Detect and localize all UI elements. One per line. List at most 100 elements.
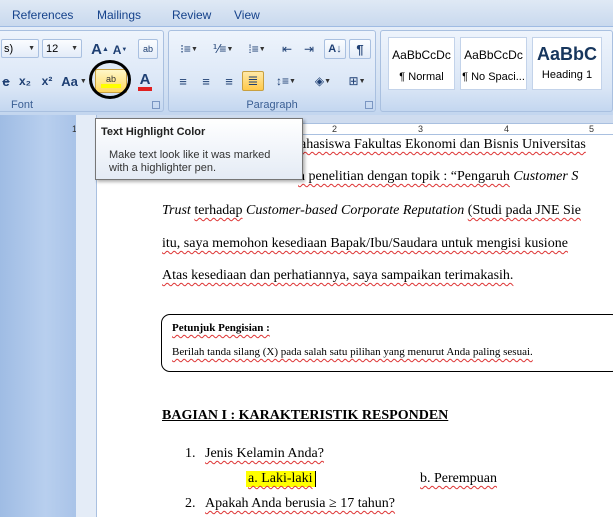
- font-size-value: 12: [46, 42, 59, 55]
- align-left-icon: ≡: [179, 73, 187, 89]
- superscript-button[interactable]: x²: [37, 71, 57, 91]
- shrink-font-button[interactable]: A ▼: [111, 41, 129, 59]
- pilcrow-icon: ¶: [356, 41, 364, 57]
- increase-indent-button[interactable]: ⇥: [299, 39, 319, 59]
- tooltip: Text Highlight Color Make text look like…: [95, 118, 303, 180]
- numbering-icon: ⅟≡: [212, 42, 227, 56]
- clear-formatting-icon: ab: [142, 44, 153, 54]
- strikethrough-button[interactable]: e: [0, 71, 13, 91]
- font-group-label: Font: [10, 99, 33, 111]
- petunjuk-text: Berilah tanda silang (X) pada salah satu…: [172, 346, 533, 358]
- document-background: [0, 115, 76, 517]
- font-color-swatch: [138, 86, 152, 91]
- style-no-spacing[interactable]: AaBbCcDc ¶ No Spaci...: [460, 37, 527, 90]
- strikethrough-icon: e: [2, 73, 10, 89]
- font-color-icon: A: [139, 70, 151, 88]
- numbering-button[interactable]: ⅟≡ ▼: [207, 39, 239, 59]
- tab-view[interactable]: View: [234, 8, 260, 22]
- doc-line-3-terhadap: terhadap: [194, 203, 243, 218]
- section-heading: BAGIAN I : KARAKTERISTIK RESPONDEN: [162, 408, 449, 423]
- justify-icon: ≣: [247, 73, 259, 88]
- doc-line-3: Trust terhadap Customer-based Corporate …: [162, 203, 581, 219]
- paint-bucket-icon: ◈: [314, 74, 325, 88]
- tab-mailings[interactable]: Mailings: [97, 8, 141, 22]
- chevron-down-icon: ▼: [226, 45, 234, 53]
- bullets-button[interactable]: ⁝≡ ▼: [173, 39, 205, 59]
- font-group: s) ▼ 12 ▼ A ▲ A ▼ ab e x₂ x² Aa ▼ ab A Font: [0, 30, 164, 112]
- paragraph-group: ⁝≡ ▼ ⅟≡ ▼ ⁞≡ ▼ ⇤ ⇥ A↓ ¶ ≡ ≡ ≡ ≣ ↕≡ ▼ ◈ ▼ ⊞ ▼ P…: [168, 30, 376, 112]
- style-sample: AaBbC: [536, 44, 597, 64]
- borders-button[interactable]: ⊞ ▼: [341, 71, 373, 91]
- ruler-number: 5: [589, 124, 595, 134]
- ruler-number: 4: [504, 124, 510, 134]
- font-size-dropdown[interactable]: 12 ▼: [42, 39, 82, 58]
- change-case-icon: Aa: [61, 73, 78, 89]
- paragraph-group-label: Paragraph: [246, 99, 298, 111]
- q1-option-b: b. Perempuan: [420, 471, 497, 486]
- grow-font-button[interactable]: A ▲: [90, 39, 110, 59]
- doc-line-1: ahasiswa Fakultas Ekonomi dan Bisnis Uni…: [300, 137, 586, 153]
- doc-line-5-text: Atas kesediaan dan perhatiannya, saya sa…: [162, 268, 514, 283]
- grow-font-icon: A: [91, 40, 102, 58]
- sort-icon: A↓: [328, 43, 342, 55]
- sort-button[interactable]: A↓: [324, 39, 346, 59]
- tooltip-line-2: with a highlighter pen.: [109, 162, 217, 174]
- chevron-down-icon: ▼: [28, 45, 35, 52]
- multilevel-list-button[interactable]: ⁞≡ ▼: [241, 39, 273, 59]
- doc-line-2: n penelitian dengan topik : “Pengaruh Cu…: [298, 169, 578, 185]
- tooltip-line-1: Make text look like it was marked: [109, 149, 271, 161]
- font-name-dropdown[interactable]: s) ▼: [1, 39, 39, 58]
- change-case-button[interactable]: Aa ▼: [60, 71, 88, 91]
- font-dialog-launcher-icon[interactable]: [152, 101, 160, 109]
- superscript-icon: x²: [41, 74, 53, 88]
- doc-line-4-text: itu, saya memohon kesediaan Bapak/Ibu/Sa…: [162, 236, 568, 251]
- q1-option-a-text: a. Laki-laki: [248, 471, 313, 486]
- tooltip-title: Text Highlight Color: [101, 126, 206, 138]
- doc-line-5: Atas kesediaan dan perhatiannya, saya sa…: [162, 268, 513, 284]
- style-name: Heading 1: [541, 69, 593, 81]
- font-color-button[interactable]: A: [131, 69, 159, 93]
- chevron-down-icon: ▼: [289, 77, 296, 85]
- tab-references[interactable]: References: [12, 8, 73, 22]
- borders-icon: ⊞: [348, 74, 359, 88]
- style-heading-1[interactable]: AaBbC Heading 1: [532, 37, 602, 90]
- show-hide-button[interactable]: ¶: [349, 39, 371, 59]
- chevron-down-icon: ▼: [190, 45, 198, 53]
- subscript-button[interactable]: x₂: [15, 71, 35, 91]
- style-sample: AaBbCcDc: [392, 48, 451, 62]
- shrink-font-icon: A: [112, 43, 122, 57]
- align-center-button[interactable]: ≡: [196, 71, 216, 91]
- align-right-icon: ≡: [225, 73, 233, 89]
- chevron-down-icon: ▼: [258, 45, 266, 53]
- clear-formatting-button[interactable]: ab: [138, 39, 158, 59]
- align-left-button[interactable]: ≡: [173, 71, 193, 91]
- ruler-number: 3: [418, 124, 424, 134]
- line-spacing-icon: ↕≡: [276, 74, 290, 88]
- doc-line-2-italic: Customer S: [513, 169, 579, 184]
- bullets-icon: ⁝≡: [180, 42, 191, 56]
- decrease-indent-button[interactable]: ⇤: [277, 39, 297, 59]
- align-right-button[interactable]: ≡: [219, 71, 239, 91]
- shading-button[interactable]: ◈ ▼: [307, 71, 339, 91]
- style-name: ¶ Normal: [399, 71, 444, 83]
- doc-line-2-text: n penelitian dengan topik : “Pengaruh: [298, 169, 510, 184]
- q2-text: Apakah Anda berusia ≥ 17 tahun?: [205, 496, 396, 511]
- chevron-down-icon: ▼: [71, 45, 78, 52]
- chevron-down-icon: ▼: [324, 77, 332, 85]
- style-normal[interactable]: AaBbCcDc ¶ Normal: [388, 37, 455, 90]
- doc-line-3-italic: Customer-based Corporate Reputation: [246, 203, 465, 218]
- chevron-down-icon: ▼: [79, 77, 87, 85]
- ruler-number: 2: [332, 124, 338, 134]
- q2-number: 2.: [185, 496, 196, 511]
- justify-button[interactable]: ≣: [242, 71, 264, 91]
- paragraph-dialog-launcher-icon[interactable]: [365, 101, 373, 109]
- q1-option-a-highlighted[interactable]: a. Laki-laki: [246, 471, 316, 487]
- subscript-icon: x₂: [18, 74, 31, 88]
- vertical-ruler[interactable]: [76, 115, 97, 517]
- line-spacing-button[interactable]: ↕≡ ▼: [271, 71, 301, 91]
- tab-review[interactable]: Review: [172, 8, 211, 22]
- shrink-arrow-icon: ▼: [121, 47, 128, 53]
- doc-line-3-studi: (Studi pada JNE Sie: [467, 203, 581, 218]
- doc-line-3-trust: Trust: [162, 203, 191, 218]
- increase-indent-icon: ⇥: [303, 42, 315, 56]
